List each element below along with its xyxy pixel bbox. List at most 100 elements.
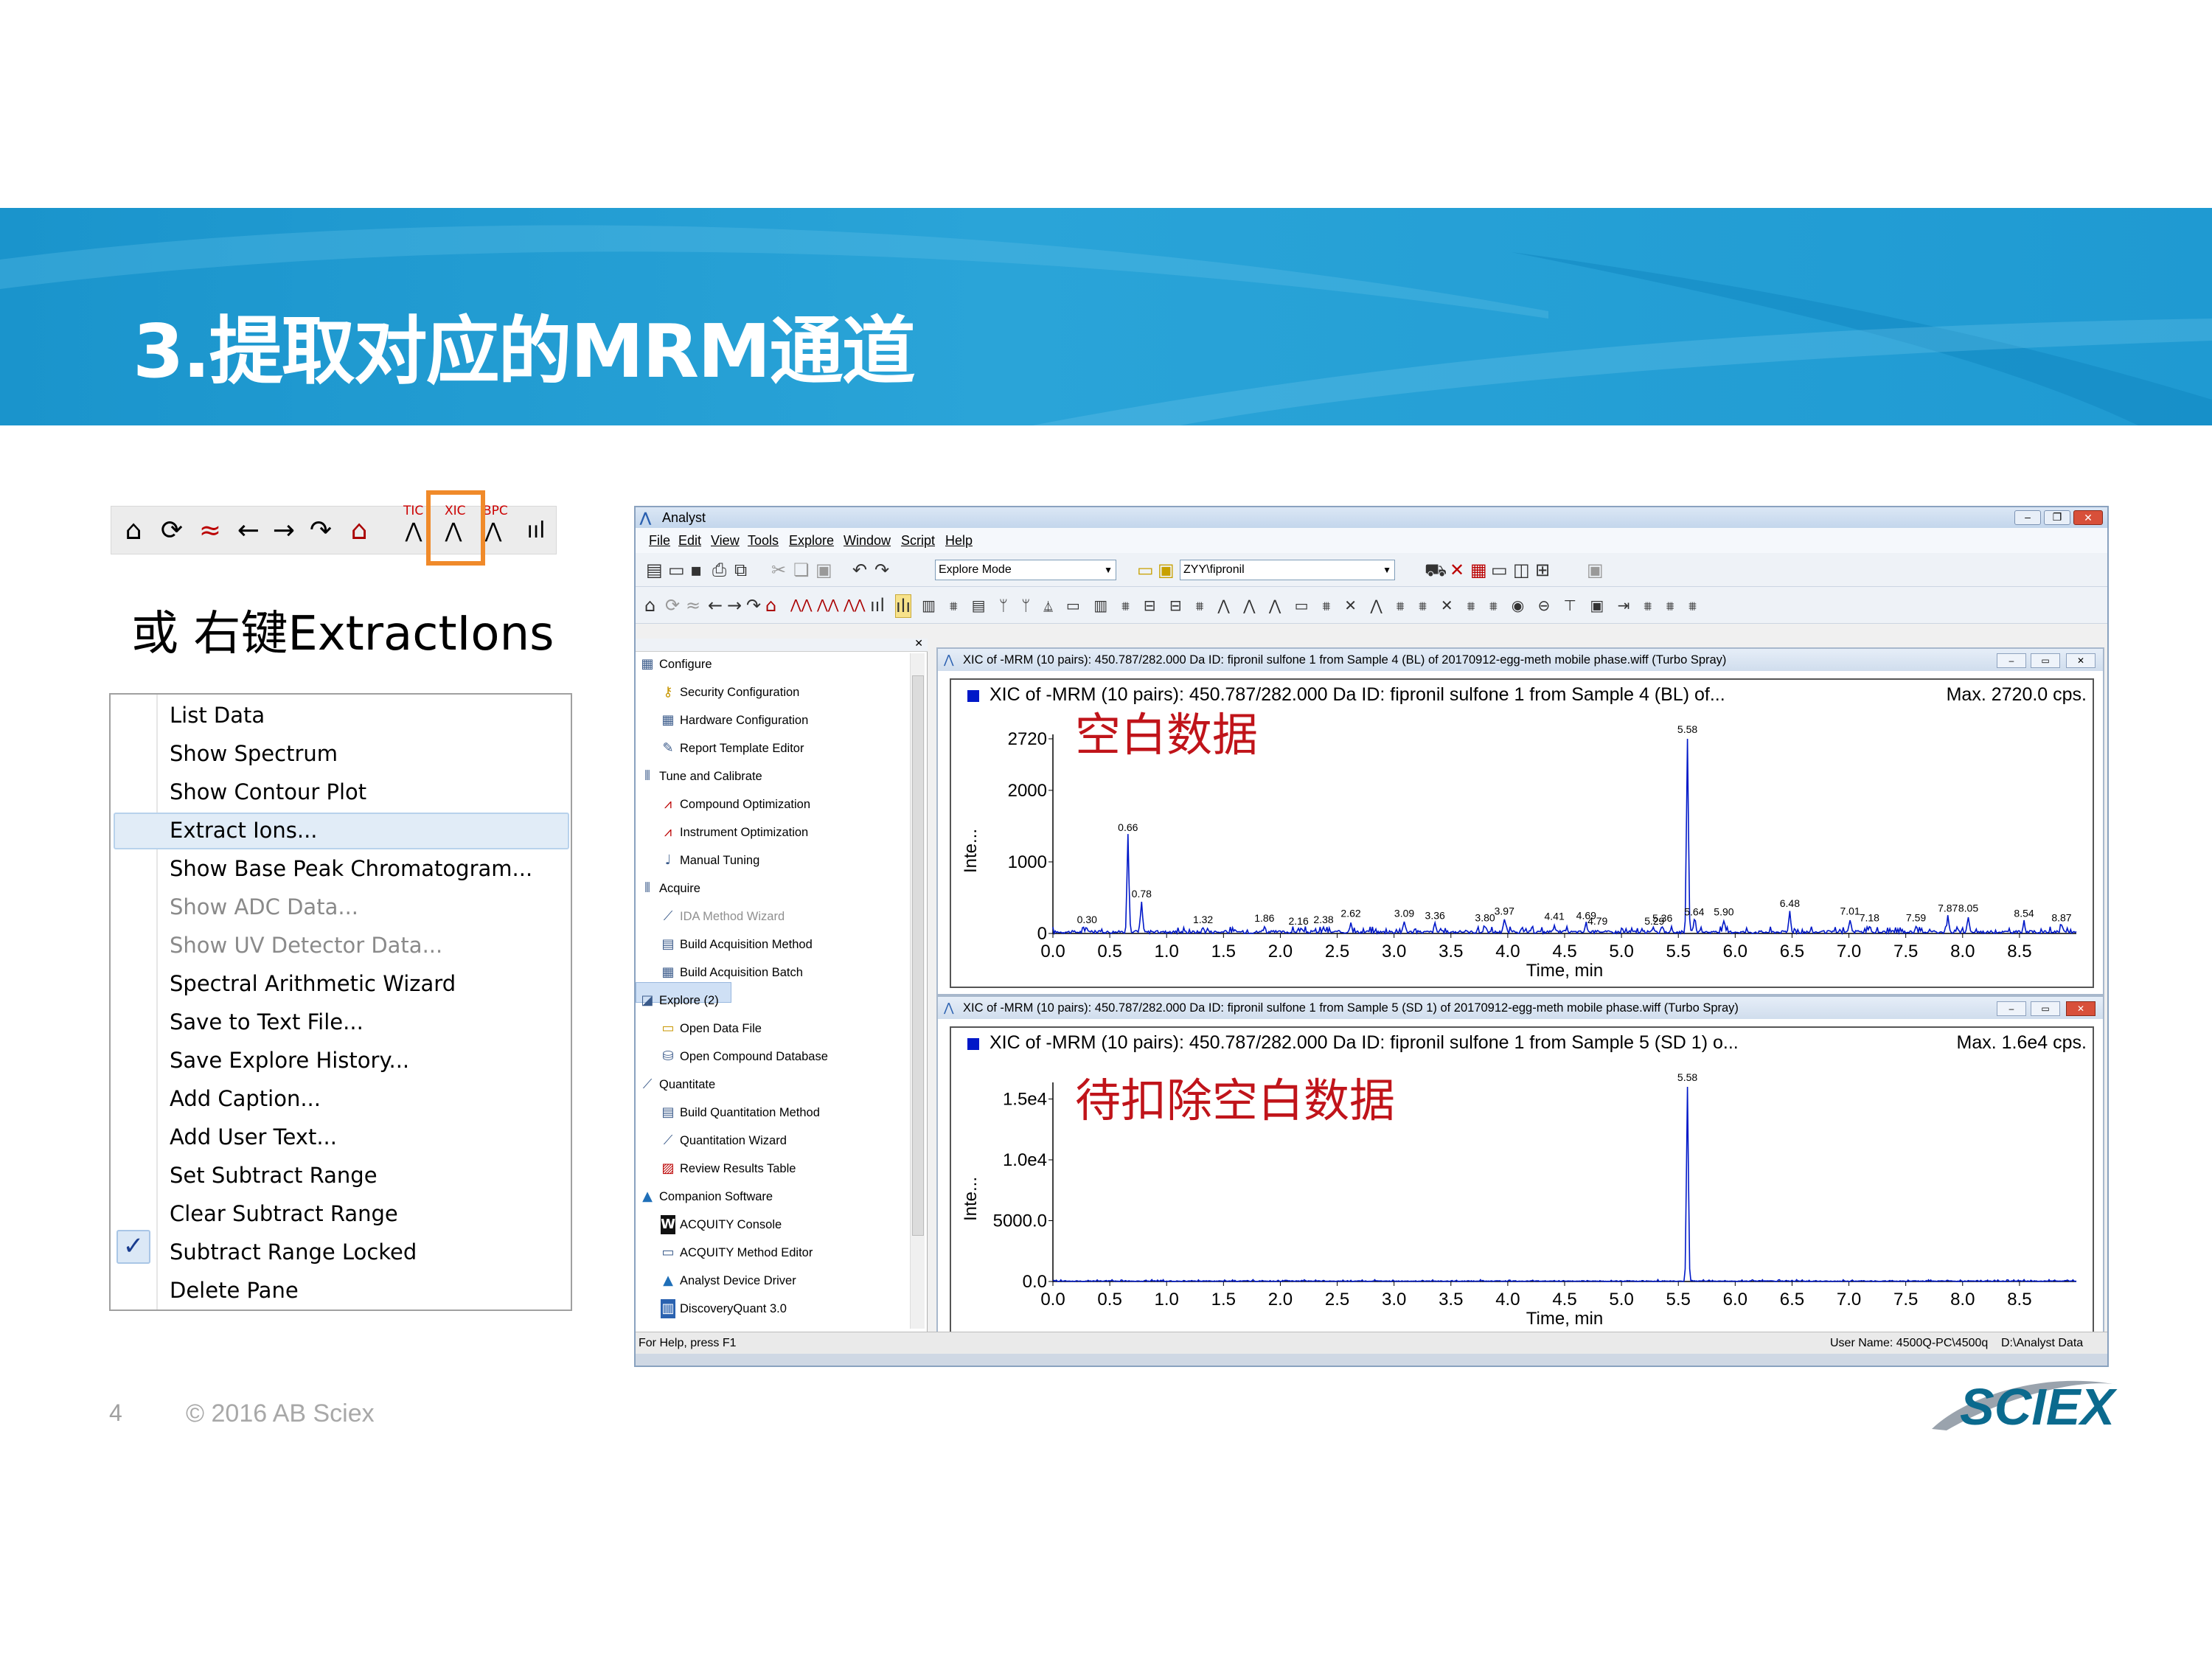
nav-report-template-editor[interactable]: ✎ Report Template Editor — [661, 739, 804, 758]
menu-window[interactable]: Window — [844, 528, 891, 553]
nav-manual-tuning[interactable]: ♩ Manual Tuning — [661, 851, 760, 870]
redo-icon[interactable]: ↷ — [306, 512, 335, 549]
stop-icon[interactable]: ✕ — [1450, 559, 1464, 581]
explore-tools-icons[interactable]: ▥ ⩩ ▤ ᛘ ᛘ ⏅ ▭ ▥ ⩩ ⊟ ⊟ ⩩ ⋀ ⋀ ⋀ ▭ ⩩ ✕ ⋀ ⩩ … — [922, 594, 1702, 616]
pane-close-button[interactable]: ✕ — [2066, 1001, 2096, 1016]
pane-minimize-button[interactable]: – — [1997, 1001, 2026, 1016]
nav-security-configuration[interactable]: ⚷ Security Configuration — [661, 683, 799, 702]
nav-tune-calibrate[interactable]: ⫴ Tune and Calibrate — [640, 767, 762, 786]
menu-script[interactable]: Script — [901, 528, 935, 553]
menu-item-show-contour-plot[interactable]: Show Contour Plot — [170, 773, 366, 810]
menu-view[interactable]: View — [711, 528, 740, 553]
menu-item-add-caption[interactable]: Add Caption... — [170, 1080, 321, 1117]
home-icon[interactable]: ⌂ — [644, 594, 655, 616]
open-icon[interactable]: ▭ — [668, 559, 685, 581]
pane-close-button[interactable]: ✕ — [2066, 653, 2096, 668]
cut-icon[interactable]: ✂ — [771, 559, 786, 581]
menu-item-show-spectrum[interactable]: Show Spectrum — [170, 735, 338, 772]
cart-icon[interactable]: ⛟ — [1425, 559, 1447, 581]
menu-item-save-history[interactable]: Save Explore History... — [170, 1042, 409, 1079]
menu-edit[interactable]: Edit — [678, 528, 701, 553]
copy-icon[interactable]: ❏ — [793, 559, 810, 581]
layout-4-icon[interactable]: ⊞ — [1535, 559, 1550, 581]
undo-icon[interactable]: ↶ — [852, 559, 867, 581]
graph-pane-1[interactable]: ⋀ XIC of -MRM (10 pairs): 450.787/282.00… — [936, 647, 2104, 995]
arrow-right-icon[interactable]: → — [727, 594, 742, 616]
menu-item-subtract-locked[interactable]: Subtract Range Locked — [170, 1234, 417, 1270]
save-icon[interactable]: ▪ — [690, 559, 702, 581]
lock-icon[interactable]: ▣ — [1587, 559, 1604, 581]
menu-item-add-user-text[interactable]: Add User Text... — [170, 1119, 337, 1155]
nav-open-compound-database[interactable]: ⛁ Open Compound Database — [661, 1047, 827, 1066]
nav-close-icon[interactable]: ✕ — [914, 637, 923, 650]
nav-open-data-file[interactable]: ▭ Open Data File — [661, 1019, 762, 1038]
menu-help[interactable]: Help — [945, 528, 973, 553]
refresh-icon[interactable]: ⟳ — [157, 512, 187, 549]
arrow-right-icon[interactable]: → — [269, 512, 299, 549]
cross-wave-icon[interactable]: ≈ — [195, 512, 225, 549]
home-icon[interactable]: ⌂ — [119, 512, 148, 549]
cross-wave-icon[interactable]: ≈ — [686, 594, 700, 616]
nav-scroll-thumb[interactable] — [912, 675, 924, 1236]
nav-build-acquisition-batch[interactable]: ▦ Build Acquisition Batch — [661, 963, 802, 982]
close-button[interactable]: ✕ — [2073, 510, 2103, 525]
calibrate-icon[interactable]: ⌂ — [765, 594, 776, 616]
menu-item-show-base-peak[interactable]: Show Base Peak Chromatogram... — [170, 850, 532, 887]
project-select[interactable]: ZYY\fipronil ▼ — [1180, 560, 1395, 580]
bpc-icon[interactable]: ⋀⋀ — [844, 594, 866, 616]
nav-explore[interactable]: ◪ Explore (2) — [640, 991, 718, 1010]
new-icon[interactable]: ▤ — [646, 559, 663, 581]
menu-item-clear-subtract[interactable]: Clear Subtract Range — [170, 1195, 398, 1232]
nav-acquity-method-editor[interactable]: ▭ ACQUITY Method Editor — [661, 1243, 813, 1262]
print-icon[interactable]: ⎙ — [712, 559, 726, 581]
nav-scrollbar[interactable] — [910, 653, 925, 1329]
nav-configure[interactable]: ▦ Configure — [640, 655, 712, 674]
nav-build-quantitation-method[interactable]: ▤ Build Quantitation Method — [661, 1103, 819, 1122]
pane-restore-button[interactable]: ▭ — [2031, 1001, 2060, 1016]
spectrum-icon[interactable]: ııl — [521, 512, 551, 549]
nav-companion-software[interactable]: ▲ Companion Software — [640, 1187, 773, 1206]
paste-icon[interactable]: ▣ — [815, 559, 832, 581]
restore-button[interactable]: ❐ — [2044, 510, 2070, 525]
nav-acquire[interactable]: ⫴ Acquire — [640, 879, 700, 898]
pane-minimize-button[interactable]: – — [1997, 653, 2026, 668]
menu-item-spectral-arithmetic[interactable]: Spectral Arithmetic Wizard — [170, 965, 456, 1002]
menu-item-delete-pane[interactable]: Delete Pane — [170, 1272, 299, 1309]
nav-hardware-configuration[interactable]: ▦ Hardware Configuration — [661, 711, 808, 730]
project-folder-icon[interactable]: ▣ — [1158, 559, 1175, 581]
redo-icon[interactable]: ↷ — [874, 559, 889, 581]
nav-quantitate[interactable]: ⟋ Quantitate — [640, 1075, 715, 1094]
tic-icon[interactable]: TIC ⋀ — [399, 504, 428, 549]
nav-acquity-console[interactable]: W ACQUITY Console — [661, 1215, 782, 1234]
folder-icon[interactable]: ▭ — [1137, 559, 1154, 581]
preview-icon[interactable]: ⧉ — [734, 559, 747, 581]
nav-compound-optimization[interactable]: ⩘ Compound Optimization — [661, 795, 810, 814]
nav-quantitation-wizard[interactable]: ⟋ Quantitation Wizard — [661, 1131, 787, 1150]
calibrate-icon[interactable]: ⌂ — [344, 512, 374, 549]
pane-restore-button[interactable]: ▭ — [2031, 653, 2060, 668]
nav-build-acquisition-method[interactable]: ▤ Build Acquisition Method — [661, 935, 812, 954]
layout-1-icon[interactable]: ▭ — [1491, 559, 1508, 581]
layout-2-icon[interactable]: ◫ — [1513, 559, 1530, 581]
tic-icon[interactable]: ⋀⋀ — [790, 594, 813, 616]
menu-tools[interactable]: Tools — [748, 528, 779, 553]
chart-icon[interactable]: ılı — [895, 594, 912, 618]
nav-review-results-table[interactable]: ▨ Review Results Table — [661, 1159, 796, 1178]
nav-discoveryquant[interactable]: ▥ DiscoveryQuant 3.0 — [661, 1299, 787, 1318]
xic-icon[interactable]: ⋀⋀ — [817, 594, 839, 616]
menu-item-extract-ions[interactable]: Extract Ions... — [170, 812, 318, 849]
menu-item-set-subtract[interactable]: Set Subtract Range — [170, 1157, 378, 1194]
minimize-button[interactable]: – — [2014, 510, 2041, 525]
redo-icon[interactable]: ↷ — [746, 594, 761, 616]
arrow-left-icon[interactable]: ← — [708, 594, 723, 616]
refresh-icon[interactable]: ⟳ — [665, 594, 680, 616]
menu-file[interactable]: File — [649, 528, 670, 553]
menu-item-list-data[interactable]: List Data — [170, 697, 265, 734]
arrow-left-icon[interactable]: ← — [234, 512, 263, 549]
menu-item-save-text[interactable]: Save to Text File... — [170, 1004, 364, 1040]
nav-instrument-optimization[interactable]: ⩘ Instrument Optimization — [661, 823, 808, 842]
mode-select[interactable]: Explore Mode ▼ — [935, 560, 1116, 580]
nav-analyst-device-driver[interactable]: ▲ Analyst Device Driver — [661, 1271, 796, 1290]
menu-explore[interactable]: Explore — [789, 528, 834, 553]
spectrum-icon[interactable]: ııl — [870, 594, 885, 616]
